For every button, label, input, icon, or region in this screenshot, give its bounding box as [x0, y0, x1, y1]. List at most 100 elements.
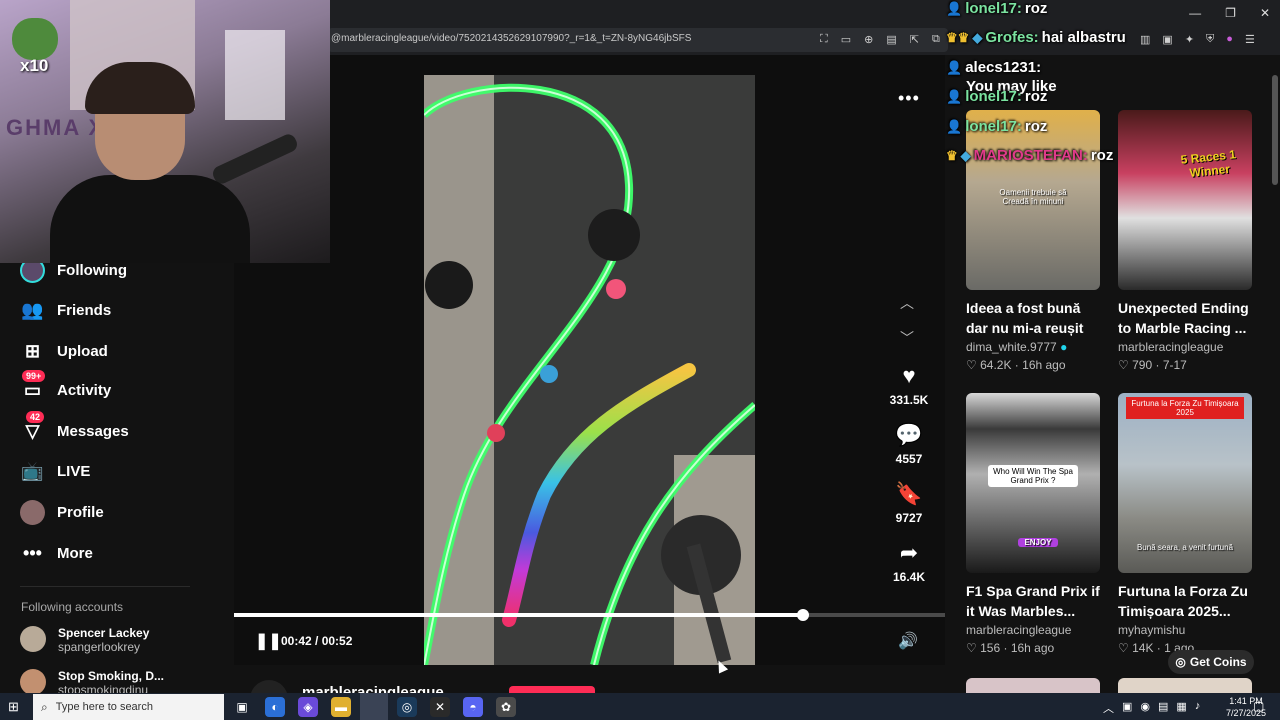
marble-track-graphic: [424, 83, 755, 665]
extension-icons: ▥ ▣ ✦ ⛨ ● ☰: [1140, 33, 1255, 46]
sidebar-item-label: More: [57, 544, 93, 562]
sidebar-item-label: Profile: [57, 503, 104, 521]
chat-text: roz: [1090, 147, 1114, 164]
video-author[interactable]: myhaymishu: [1118, 623, 1252, 637]
previous-video-icon[interactable]: ︿: [900, 293, 914, 313]
zoom-icon[interactable]: ⊕: [864, 33, 873, 46]
network-icon[interactable]: ▦: [1176, 700, 1186, 716]
video-player[interactable]: [424, 75, 755, 665]
video-author[interactable]: marbleracingleague: [1118, 340, 1252, 354]
sidebar-item-live[interactable]: 📺 LIVE: [20, 456, 90, 486]
get-coins-button[interactable]: ◎ Get Coins: [1168, 650, 1254, 674]
windows-start-icon[interactable]: ⊞: [8, 699, 19, 715]
maximize-button[interactable]: ❐: [1225, 6, 1236, 20]
crown-badge-icon: ♛: [946, 147, 958, 163]
video-card[interactable]: 5 Races 1 Winner Unexpected Ending to Ma…: [1118, 110, 1252, 372]
more-options-icon[interactable]: •••: [898, 88, 920, 109]
video-title[interactable]: Unexpected Ending to Marble Racing ...: [1118, 298, 1252, 338]
task-view-icon[interactable]: ▣: [232, 697, 252, 717]
progress-handle[interactable]: [796, 609, 809, 621]
steam-icon[interactable]: ◎: [397, 697, 417, 717]
next-video-icon[interactable]: ﹀: [900, 328, 914, 348]
chat-text: hai albastru: [1041, 29, 1126, 46]
sidebar-item-upload[interactable]: ⊞ Upload: [20, 336, 108, 366]
sidebar-item-label: Activity: [57, 381, 112, 399]
video-author[interactable]: marbleracingleague: [966, 623, 1100, 637]
account-avatar: [20, 626, 46, 652]
app-icon[interactable]: ✿: [496, 697, 516, 717]
chat-message: 👤 lonel17: roz: [946, 88, 1047, 105]
sidebar-toggle-icon[interactable]: ▥: [1140, 33, 1150, 46]
share-page-icon[interactable]: ⇱: [910, 33, 919, 46]
sidebar-item-friends[interactable]: 👥 Friends: [20, 295, 111, 325]
taskbar-search[interactable]: ⌕ Type here to search: [33, 694, 224, 720]
video-card[interactable]: Who Will Win The Spa Grand Prix ? ENJOY …: [966, 393, 1100, 655]
video-author[interactable]: dima_white.9777 ●: [966, 340, 1100, 354]
active-app-highlight: [360, 693, 388, 720]
wallet-icon[interactable]: ▣: [1162, 33, 1172, 46]
streamer-body: [50, 175, 250, 263]
video-card[interactable]: Furtuna la Forza Zu Timișoara 2025 Bună …: [1118, 393, 1252, 655]
chat-username: lonel17:: [965, 88, 1022, 105]
progress-fill: [234, 613, 803, 617]
following-accounts-heading: Following accounts: [21, 600, 124, 614]
sidebar-divider: [20, 586, 190, 587]
minimize-button[interactable]: —: [1189, 6, 1201, 20]
scrollbar[interactable]: [1272, 75, 1278, 185]
tray-app-icon[interactable]: ◉: [1140, 700, 1150, 716]
sidebar-item-messages[interactable]: ▽ 42 Messages: [20, 410, 129, 446]
messages-badge: 42: [26, 410, 45, 423]
video-thumbnail-partial[interactable]: [1118, 678, 1252, 693]
video-thumbnail[interactable]: Oamenii trebuie să Creadă în minuni: [966, 110, 1100, 290]
tray-chevron-icon[interactable]: ︿: [1103, 700, 1114, 716]
screen-icon[interactable]: ▭: [841, 33, 851, 46]
sidebar-item-more[interactable]: ••• More: [20, 538, 93, 568]
comment-count: 4557: [895, 452, 923, 466]
sidebar-item-profile[interactable]: Profile: [20, 497, 104, 527]
like-button[interactable]: ♥ 331.5K: [878, 363, 940, 407]
thumbnail-caption: Bună seara, a venit furtună: [1136, 543, 1234, 552]
tray-app-icon[interactable]: ▤: [1158, 700, 1168, 716]
video-thumbnail-partial[interactable]: [966, 678, 1100, 693]
extension-puzzle-icon[interactable]: ✦: [1185, 33, 1194, 46]
copilot-icon[interactable]: ◈: [298, 697, 318, 717]
video-stats: ♡ 790 · 7-17: [1118, 358, 1187, 372]
notification-icon[interactable]: ▢: [1253, 699, 1264, 713]
discord-icon[interactable]: ◓: [463, 697, 483, 717]
volume-tray-icon[interactable]: ♪: [1195, 700, 1201, 716]
save-button[interactable]: 🔖 9727: [878, 481, 940, 525]
video-thumbnail[interactable]: 5 Races 1 Winner: [1118, 110, 1252, 290]
multiplier-text: x10: [20, 56, 49, 75]
file-explorer-icon[interactable]: ▬: [331, 697, 351, 717]
volume-icon[interactable]: 🔊: [898, 631, 918, 651]
video-thumbnail[interactable]: Furtuna la Forza Zu Timișoara 2025 Bună …: [1118, 393, 1252, 573]
tray-app-icon[interactable]: ▣: [1122, 700, 1132, 716]
pause-icon[interactable]: ❚❚: [255, 631, 282, 651]
video-stats: ♡ 64.2K · 16h ago: [966, 358, 1066, 372]
page-icon[interactable]: ▤: [886, 33, 896, 46]
following-account[interactable]: Spencer Lackey spangerlookrey: [20, 626, 149, 654]
follow-button[interactable]: [509, 686, 595, 693]
xbox-icon[interactable]: ✕: [430, 697, 450, 717]
video-title[interactable]: Ideea a fost bună dar nu mi-a reușit 🥲 d…: [966, 298, 1100, 338]
sidebar-item-activity[interactable]: ▭ 99+ Activity: [20, 369, 112, 405]
activity-badge: 99+: [22, 369, 46, 382]
edge-icon[interactable]: ◐: [265, 697, 285, 717]
comment-button[interactable]: 💬 4557: [878, 422, 940, 466]
video-thumbnail[interactable]: Who Will Win The Spa Grand Prix ? ENJOY: [966, 393, 1100, 573]
video-title[interactable]: F1 Spa Grand Prix if it Was Marbles...: [966, 581, 1100, 621]
menu-icon[interactable]: ☰: [1245, 33, 1255, 46]
close-button[interactable]: ✕: [1260, 6, 1270, 20]
shield-icon[interactable]: ⛨: [1206, 33, 1214, 46]
share-button[interactable]: ➦ 16.4K: [878, 540, 940, 584]
address-bar-text[interactable]: @marbleracingleague/video/75202143526291…: [331, 33, 691, 44]
copy-link-icon[interactable]: ⧉: [932, 33, 940, 46]
profile-extension-icon[interactable]: ●: [1226, 33, 1233, 46]
video-title[interactable]: Furtuna la Forza Zu Timișoara 2025...: [1118, 581, 1252, 621]
progress-bar[interactable]: [234, 609, 945, 621]
reader-icon[interactable]: ⛶: [820, 33, 828, 46]
more-icon: •••: [23, 542, 42, 563]
chat-text: roz: [1024, 118, 1048, 135]
sidebar-item-label: Upload: [57, 342, 108, 360]
chat-message: 👤 lonel17: roz: [946, 118, 1047, 135]
